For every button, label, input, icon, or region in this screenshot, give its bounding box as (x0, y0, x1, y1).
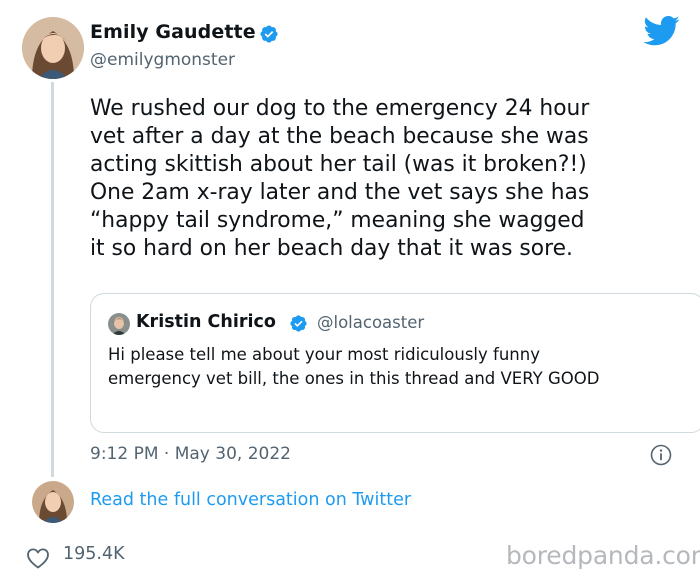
quote-author-avatar (108, 313, 130, 335)
quote-author-handle: @lolacoaster (317, 313, 425, 332)
like-count: 195.4K (63, 544, 125, 564)
read-conversation-link[interactable]: Read the full conversation on Twitter (90, 490, 411, 510)
quote-text: Hi please tell me about your most ridicu… (108, 345, 600, 388)
watermark: boredpanda.com (506, 541, 700, 570)
author-name[interactable]: Emily Gaudette (90, 21, 256, 43)
quote-author-name: Kristin Chirico (136, 312, 276, 332)
reply-author-avatar (32, 481, 74, 523)
tweet-timestamp[interactable]: 9:12 PM · May 30, 2022 (90, 444, 291, 464)
author-handle[interactable]: @emilygmonster (90, 50, 235, 70)
quoted-tweet-card[interactable]: Kristin Chirico @lolacoaster Hi please t… (90, 293, 700, 433)
author-avatar[interactable] (22, 17, 84, 79)
info-icon[interactable] (650, 444, 672, 466)
twitter-bird-icon[interactable] (643, 16, 680, 46)
thread-connector-line (51, 82, 54, 477)
verified-badge-icon (289, 314, 308, 333)
tweet-text: We rushed our dog to the emergency 24 ho… (90, 96, 590, 261)
heart-icon[interactable] (26, 547, 50, 569)
verified-badge-icon (259, 24, 279, 44)
